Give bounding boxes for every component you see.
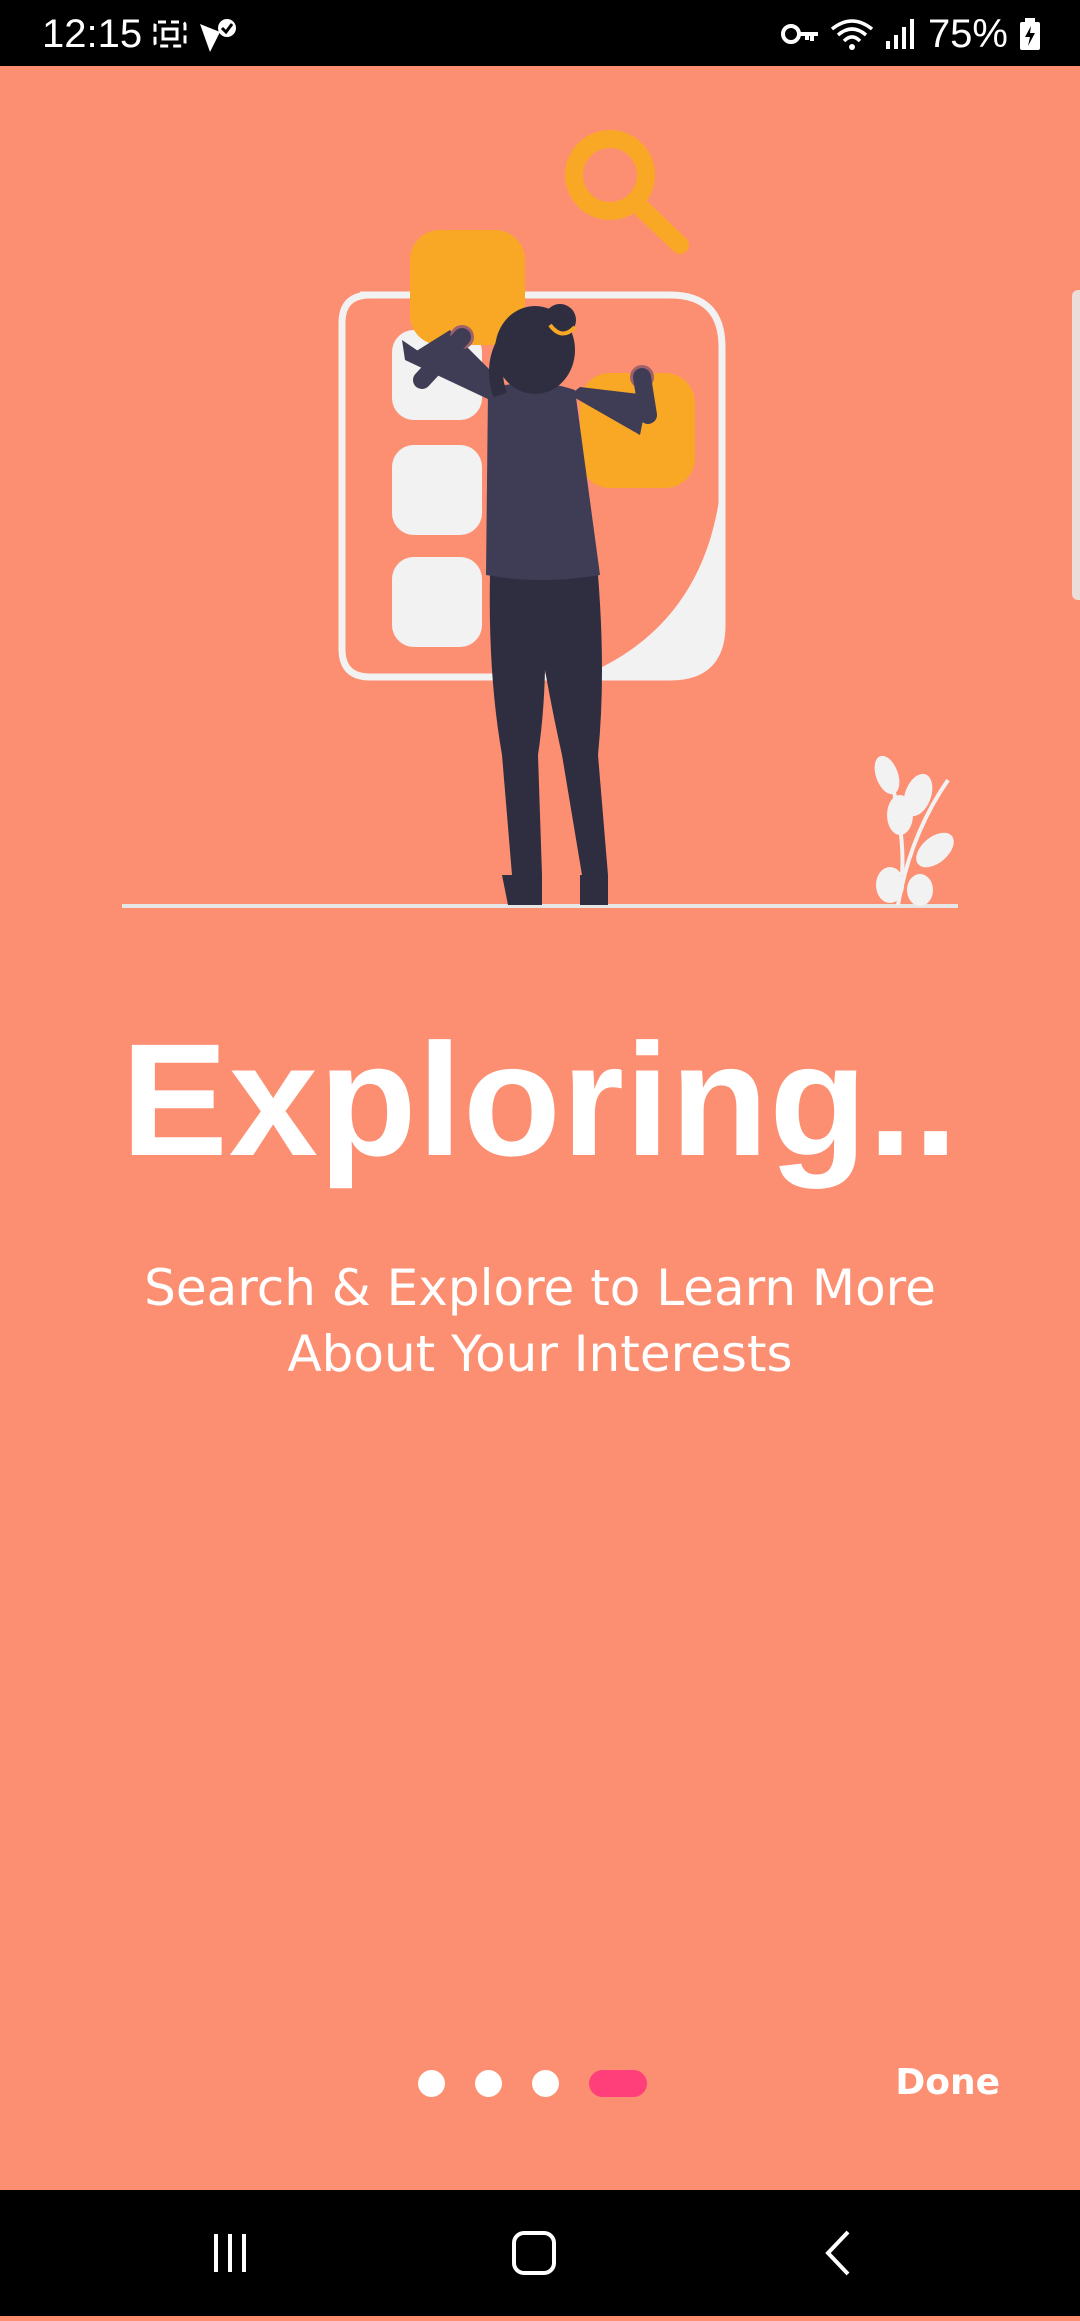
battery-icon: [1020, 18, 1040, 50]
home-button[interactable]: [434, 2190, 634, 2316]
recent-apps-icon: [214, 2234, 246, 2272]
plant-icon: [874, 755, 954, 906]
back-icon: [825, 2230, 850, 2276]
subtitle-line-1: Search & Explore to Learn More: [144, 1259, 936, 1317]
onboarding-illustration: [122, 130, 958, 908]
screenshot-icon: [153, 20, 187, 48]
subtitle-line-2: About Your Interests: [287, 1325, 793, 1383]
battery-percent: 75%: [927, 12, 1008, 56]
search-icon: [565, 130, 689, 254]
page-dot-2[interactable]: [475, 2070, 502, 2097]
wifi-icon: [830, 19, 874, 50]
back-button[interactable]: [738, 2190, 938, 2316]
done-button[interactable]: Done: [895, 2060, 1000, 2106]
key-icon: [780, 24, 818, 44]
page-dot-3[interactable]: [532, 2070, 559, 2097]
system-nav-bar: [0, 2190, 1080, 2316]
edge-panel-handle[interactable]: [1072, 290, 1080, 600]
page-subtitle: Search & Explore to Learn More About You…: [120, 1255, 960, 1387]
vpn-check-icon: [200, 19, 236, 52]
status-left-icons: [152, 18, 238, 54]
recent-apps-button[interactable]: [130, 2190, 330, 2316]
signal-icon: [885, 19, 914, 49]
page-dot-4-active[interactable]: [589, 2070, 647, 2097]
tile-2: [392, 445, 482, 535]
home-icon: [512, 2231, 556, 2275]
page-title: Exploring..: [121, 1010, 959, 1189]
tile-3: [392, 557, 482, 647]
status-right-icons: 75%: [780, 12, 1042, 56]
page-dot-1[interactable]: [418, 2070, 445, 2097]
status-time: 12:15: [42, 12, 143, 56]
page-indicator: [418, 2070, 647, 2097]
status-bar: 12:15 75%: [0, 0, 1080, 66]
